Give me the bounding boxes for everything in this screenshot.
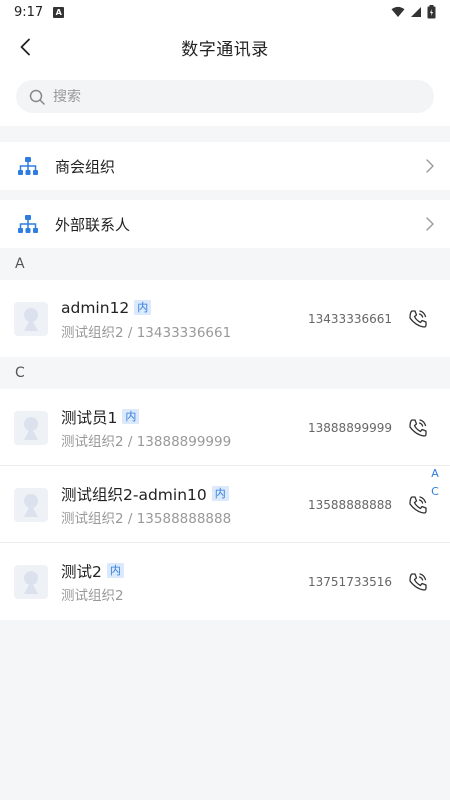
alphabet-index-bar: A C xyxy=(429,466,441,500)
signal-icon xyxy=(411,7,421,17)
avatar xyxy=(14,301,48,336)
phone-call-icon xyxy=(409,572,427,591)
default-avatar-icon xyxy=(24,570,38,594)
contact-subtitle: 测试组织2 / 13588888888 xyxy=(61,510,232,527)
index-letter-a[interactable]: A xyxy=(429,466,441,482)
status-time: 9:17 xyxy=(14,4,44,20)
contact-row[interactable]: 测试员1 内 测试组织2 / 13888899999 13888899999 xyxy=(0,389,450,466)
contact-name: 测试2 xyxy=(61,562,102,581)
back-button[interactable] xyxy=(10,32,40,62)
chevron-left-icon xyxy=(20,38,30,56)
default-avatar-icon xyxy=(24,493,38,517)
internal-badge: 内 xyxy=(106,563,124,578)
section-header-c: C xyxy=(15,365,25,381)
avatar xyxy=(14,487,48,522)
status-indicator: A xyxy=(53,6,65,18)
phone-call-icon xyxy=(409,418,427,437)
call-button[interactable] xyxy=(406,493,430,517)
page-title: 数字通讯录 xyxy=(181,39,269,60)
contact-phone: 13588888888 xyxy=(308,497,392,512)
search-input[interactable] xyxy=(53,88,393,105)
default-avatar-icon xyxy=(24,416,38,440)
avatar xyxy=(14,410,48,445)
nav-item-label: 外部联系人 xyxy=(55,215,131,234)
battery-icon xyxy=(427,5,436,19)
default-avatar-icon xyxy=(24,307,38,331)
app-header: 数字通讯录 xyxy=(0,24,450,70)
section-header-a: A xyxy=(15,256,25,272)
contact-phone: 13751733516 xyxy=(308,574,392,589)
contact-row[interactable]: 测试2 内 测试组织2 13751733516 xyxy=(0,543,450,620)
phone-call-icon xyxy=(409,309,427,328)
contact-phone: 13433336661 xyxy=(308,311,392,326)
internal-badge: 内 xyxy=(134,300,152,315)
contact-subtitle: 测试组织2 / 13433336661 xyxy=(61,324,232,341)
org-tree-icon xyxy=(18,215,38,233)
call-button[interactable] xyxy=(406,570,430,594)
status-bar: 9:17 A xyxy=(0,0,450,24)
contact-info: 测试员1 内 测试组织2 / 13888899999 xyxy=(61,406,308,450)
chevron-right-icon xyxy=(426,159,434,173)
nav-item-label: 商会组织 xyxy=(55,157,116,176)
nav-item-external-contacts[interactable]: 外部联系人 xyxy=(0,200,450,248)
call-button[interactable] xyxy=(406,307,430,331)
phone-call-icon xyxy=(409,495,427,514)
contact-subtitle: 测试组织2 / 13888899999 xyxy=(61,433,232,450)
contact-subtitle: 测试组织2 xyxy=(61,587,124,604)
call-button[interactable] xyxy=(406,416,430,440)
search-icon xyxy=(29,89,45,105)
contact-info: 测试2 内 测试组织2 xyxy=(61,560,308,604)
contact-info: 测试组织2-admin10 内 测试组织2 / 13588888888 xyxy=(61,483,308,527)
internal-badge: 内 xyxy=(211,486,229,501)
nav-item-chamber-org[interactable]: 商会组织 xyxy=(0,142,450,190)
internal-badge: 内 xyxy=(122,409,140,424)
index-letter-c[interactable]: C xyxy=(429,484,441,500)
contact-row[interactable]: admin12 内 测试组织2 / 13433336661 1343333666… xyxy=(0,280,450,357)
contact-phone: 13888899999 xyxy=(308,420,392,435)
contact-name: 测试员1 xyxy=(61,408,118,427)
org-tree-icon xyxy=(18,157,38,175)
search-section xyxy=(0,70,450,126)
avatar xyxy=(14,564,48,599)
contact-row[interactable]: 测试组织2-admin10 内 测试组织2 / 13588888888 1358… xyxy=(0,466,450,543)
wifi-icon xyxy=(391,6,405,17)
chevron-right-icon xyxy=(426,217,434,231)
contact-info: admin12 内 测试组织2 / 13433336661 xyxy=(61,297,308,341)
contact-name: 测试组织2-admin10 xyxy=(61,485,207,504)
contact-name: admin12 xyxy=(61,298,130,317)
search-box[interactable] xyxy=(16,80,434,113)
